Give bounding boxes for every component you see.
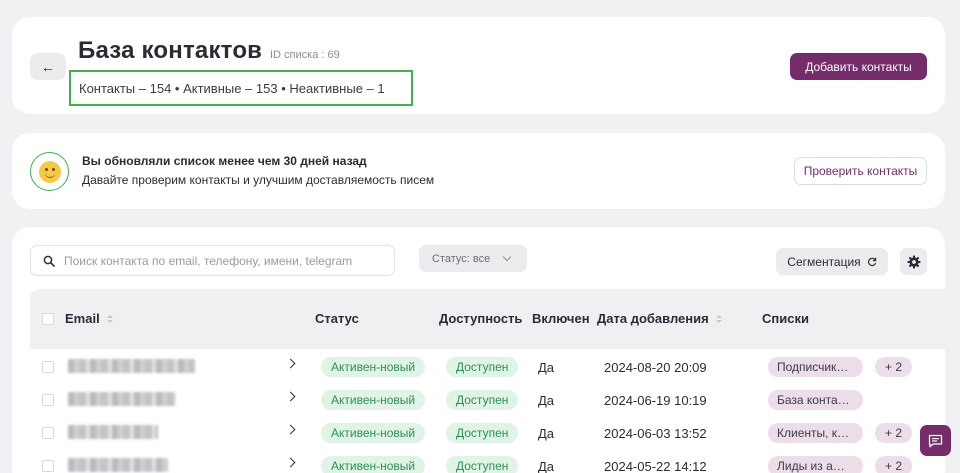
chat-button[interactable]: [920, 425, 951, 456]
column-lists: Списки: [762, 311, 809, 326]
date-added: 2024-05-22 14:12: [604, 459, 707, 473]
enabled-value: Да: [538, 393, 555, 408]
column-availability: Доступность: [439, 311, 523, 326]
notice-subtitle: Давайте проверим контакты и улучшим дост…: [82, 173, 435, 187]
table-settings-button[interactable]: [900, 248, 927, 275]
availability-badge: Доступен: [446, 456, 519, 473]
list-tag: База контак…: [768, 390, 863, 410]
column-enabled: Включен: [532, 311, 590, 326]
chevron-right-icon[interactable]: [285, 358, 296, 369]
table-row[interactable]: Активен-новый Доступен Да 2024-08-20 20:…: [30, 350, 945, 383]
column-date-added-label: Дата добавления: [597, 311, 709, 326]
list-tag: Клиенты, ко…: [768, 423, 863, 443]
enabled-value: Да: [538, 360, 555, 375]
chevron-right-icon[interactable]: [285, 424, 296, 435]
contact-counts: Контакты – 154 • Активные – 153 • Неакти…: [69, 70, 413, 106]
date-added: 2024-08-20 20:09: [604, 360, 707, 375]
notice-title: Вы обновляли список менее чем 30 дней на…: [82, 154, 367, 168]
chevron-right-icon[interactable]: [285, 457, 296, 468]
chevron-right-icon[interactable]: [285, 391, 296, 402]
arrow-left-icon: ←: [41, 58, 55, 75]
column-email-label: Email: [65, 311, 100, 326]
more-lists-badge[interactable]: + 2: [875, 423, 913, 443]
redacted-email: [68, 425, 158, 439]
availability-badge: Доступен: [446, 357, 519, 377]
chevron-down-icon: [502, 252, 512, 262]
search-input[interactable]: [64, 253, 384, 268]
segmentation-button[interactable]: Сегментация: [776, 248, 888, 275]
date-added: 2024-06-19 10:19: [604, 393, 707, 408]
row-checkbox[interactable]: [42, 427, 54, 439]
page-title: База контактов: [78, 37, 263, 64]
availability-badge: Доступен: [446, 390, 519, 410]
gear-icon: [907, 255, 920, 268]
smiley-face: [38, 160, 61, 183]
redacted-email: [68, 458, 168, 472]
status-badge: Активен-новый: [321, 390, 426, 410]
status-badge: Активен-новый: [321, 456, 426, 473]
status-filter-select[interactable]: Статус: все: [419, 245, 527, 272]
table-header: Email Статус Доступность Включен Дата до…: [30, 289, 945, 349]
refresh-icon: [867, 257, 876, 266]
column-status: Статус: [315, 311, 359, 326]
availability-badge: Доступен: [446, 423, 519, 443]
column-email[interactable]: Email: [65, 311, 113, 326]
more-lists-badge[interactable]: + 2: [875, 456, 913, 473]
table-row[interactable]: Активен-новый Доступен Да 2024-06-03 13:…: [30, 416, 945, 449]
table-row[interactable]: Активен-новый Доступен Да 2024-05-22 14:…: [30, 449, 945, 473]
contact-counts-text: Контакты – 154 • Активные – 153 • Неакти…: [79, 80, 385, 96]
add-contacts-button[interactable]: Добавить контакты: [790, 53, 927, 80]
status-filter-label: Статус: все: [432, 252, 491, 265]
status-badge: Активен-новый: [321, 423, 426, 443]
list-tag: Подписчики …: [768, 357, 863, 377]
contacts-table-card: Статус: все Сегментация Email Статус Дос…: [12, 227, 945, 473]
column-date-added[interactable]: Дата добавления: [597, 311, 722, 326]
list-tag: Лиды из am…: [768, 456, 863, 473]
select-all-checkbox[interactable]: [42, 313, 54, 325]
back-button[interactable]: ←: [30, 53, 66, 80]
search-box[interactable]: [30, 245, 395, 276]
sort-icon: [106, 315, 113, 324]
list-id: ID списка : 69: [270, 49, 340, 61]
sort-icon: [715, 315, 722, 324]
status-badge: Активен-новый: [321, 357, 426, 377]
row-checkbox[interactable]: [42, 394, 54, 406]
update-notice-card: Вы обновляли список менее чем 30 дней на…: [12, 133, 945, 209]
date-added: 2024-06-03 13:52: [604, 426, 707, 441]
row-checkbox[interactable]: [42, 460, 54, 472]
enabled-value: Да: [538, 426, 555, 441]
redacted-email: [68, 392, 176, 406]
check-contacts-button[interactable]: Проверить контакты: [794, 157, 927, 185]
more-lists-badge[interactable]: + 2: [875, 357, 913, 377]
redacted-email: [68, 359, 195, 373]
enabled-value: Да: [538, 459, 555, 473]
segmentation-label: Сегментация: [787, 254, 861, 269]
smiley-icon: [30, 152, 69, 191]
table-row[interactable]: Активен-новый Доступен Да 2024-06-19 10:…: [30, 383, 945, 416]
chat-icon: [928, 434, 943, 447]
search-icon: [43, 255, 55, 267]
header-card: ← База контактов ID списка : 69 Контакты…: [12, 17, 945, 114]
row-checkbox[interactable]: [42, 361, 54, 373]
